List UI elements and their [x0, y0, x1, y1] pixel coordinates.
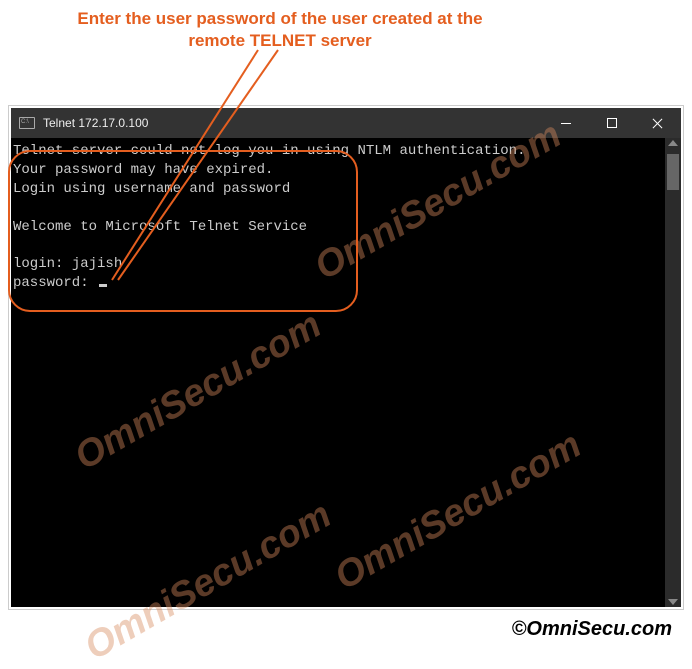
terminal-output[interactable]: Telnet server could not log you in using…	[11, 138, 681, 607]
terminal-line: Telnet server could not log you in using…	[13, 143, 525, 159]
window-title: Telnet 172.17.0.100	[43, 116, 543, 130]
cmd-icon	[19, 117, 35, 129]
terminal-line: Welcome to Microsoft Telnet Service	[13, 219, 307, 235]
terminal-line: Login using username and password	[13, 181, 290, 197]
maximize-icon	[607, 118, 617, 128]
password-prompt: password:	[13, 275, 97, 291]
close-icon	[652, 117, 664, 129]
login-prompt: login:	[13, 256, 72, 272]
vertical-scrollbar[interactable]	[665, 138, 681, 607]
scrollbar-up-icon	[668, 140, 678, 146]
window-titlebar: Telnet 172.17.0.100	[11, 108, 681, 138]
scrollbar-down-icon	[668, 599, 678, 605]
close-button[interactable]	[635, 108, 681, 138]
annotation-text: Enter the user password of the user crea…	[60, 8, 500, 52]
text-cursor	[99, 284, 107, 287]
maximize-button[interactable]	[589, 108, 635, 138]
window-controls	[543, 108, 681, 138]
copyright-text: ©OmniSecu.com	[512, 618, 672, 641]
telnet-window: Telnet 172.17.0.100 Telnet server could …	[11, 108, 681, 607]
login-username: jajish	[72, 256, 122, 272]
minimize-icon	[561, 123, 571, 124]
minimize-button[interactable]	[543, 108, 589, 138]
terminal-line: Your password may have expired.	[13, 162, 273, 178]
scrollbar-thumb[interactable]	[667, 154, 679, 190]
